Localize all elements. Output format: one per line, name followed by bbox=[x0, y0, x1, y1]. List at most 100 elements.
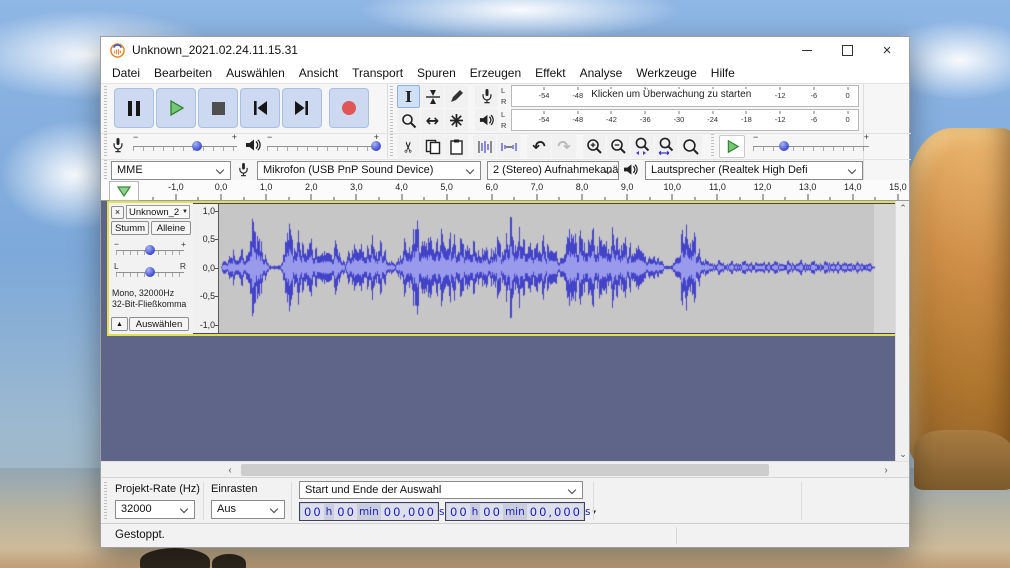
meter-scale-label: -42 bbox=[606, 115, 617, 124]
toolbar-dock: I ↔ L R -54 -48 -42 -36 -30 -24 -18 -12 -6 0 Klick… bbox=[101, 84, 911, 180]
ruler-tick bbox=[401, 194, 403, 200]
record-meter-mic-button[interactable] bbox=[475, 85, 498, 107]
paste-icon bbox=[450, 139, 463, 155]
playback-volume-thumb[interactable] bbox=[370, 141, 381, 151]
timeline-ruler[interactable]: -1,0 0,0 1,0 2,0 3,0 4,0 5,0 6,0 7,0 8,0 9,0 10,0 11… bbox=[141, 180, 907, 200]
stop-button[interactable] bbox=[198, 88, 238, 128]
track-gain-thumb[interactable] bbox=[145, 245, 155, 255]
zoom-selection-button[interactable] bbox=[631, 135, 654, 158]
trim-outside-selection-button[interactable] bbox=[473, 135, 496, 158]
recording-meter[interactable]: -54-48-42-36-30-24-18-12-60Klicken um Üb… bbox=[511, 85, 859, 107]
waveform-area[interactable] bbox=[219, 203, 897, 334]
vertical-scrollbar[interactable]: ⌃ ⌄ bbox=[895, 201, 909, 461]
track-name-menu[interactable]: Unknown_2 ▼ bbox=[126, 205, 190, 219]
playback-volume-speaker-icon bbox=[245, 138, 261, 157]
magnifier-icon bbox=[401, 113, 416, 128]
paste-button[interactable] bbox=[445, 135, 468, 158]
vertical-scale-ruler[interactable]: 1,0 0,5 0,0 -0,5 -1,0 bbox=[193, 203, 219, 334]
zoom-tool-button[interactable] bbox=[397, 109, 420, 132]
menu-ansicht[interactable]: Ansicht bbox=[292, 63, 345, 83]
menu-effekt[interactable]: Effekt bbox=[528, 63, 572, 83]
recording-volume-slider[interactable]: − + bbox=[133, 132, 237, 153]
close-button[interactable]: × bbox=[867, 37, 907, 63]
output-device-select[interactable]: Lautsprecher (Realtek High Defi bbox=[645, 161, 863, 180]
recording-volume-thumb[interactable] bbox=[192, 141, 203, 151]
envelope-tool-button[interactable] bbox=[421, 85, 444, 108]
play-button[interactable] bbox=[156, 88, 196, 128]
menu-spuren[interactable]: Spuren bbox=[410, 63, 463, 83]
zoom-in-button[interactable] bbox=[583, 135, 606, 158]
redo-button[interactable]: ↷ bbox=[552, 135, 576, 158]
tools-toolbar-grip[interactable] bbox=[390, 86, 393, 132]
zoom-out-button[interactable] bbox=[607, 135, 630, 158]
selection-tool-button[interactable]: I bbox=[397, 85, 420, 108]
menu-bearbeiten[interactable]: Bearbeiten bbox=[147, 63, 219, 83]
track-mute-button[interactable]: Stumm bbox=[111, 221, 149, 235]
horizontal-scroll-thumb[interactable] bbox=[241, 464, 769, 476]
selection-end-time[interactable]: 00 h 00 min 00,000 s ▾ bbox=[445, 502, 596, 521]
skip-to-start-button[interactable] bbox=[240, 88, 280, 128]
skip-to-end-button[interactable] bbox=[282, 88, 322, 128]
transport-toolbar-grip[interactable] bbox=[104, 86, 107, 132]
selection-mode-select[interactable]: Start und Ende der Auswahl bbox=[299, 481, 583, 499]
mixer-toolbar-grip[interactable] bbox=[104, 134, 107, 158]
menu-werkzeuge[interactable]: Werkzeuge bbox=[629, 63, 703, 83]
trim-icon bbox=[477, 140, 492, 153]
track-pan-thumb[interactable] bbox=[145, 267, 155, 277]
selection-toolbar-grip[interactable] bbox=[104, 482, 107, 520]
playback-meter-speaker-button[interactable] bbox=[475, 109, 498, 131]
device-toolbar-grip[interactable] bbox=[104, 160, 107, 180]
selection-start-time[interactable]: 00h 00min 00,000s ▾ bbox=[299, 502, 450, 521]
silence-selection-button[interactable] bbox=[497, 135, 520, 158]
track-close-button[interactable]: × bbox=[111, 205, 124, 219]
horizontal-scrollbar[interactable]: ‹ › bbox=[101, 461, 909, 477]
title-bar[interactable]: Unknown_2021.02.24.11.15.31 × bbox=[101, 37, 909, 63]
meter-scale-label: 0 bbox=[845, 91, 850, 100]
playback-volume-slider[interactable]: − + bbox=[267, 132, 381, 153]
multi-tool-button[interactable] bbox=[445, 109, 468, 132]
status-bar: Gestoppt. bbox=[101, 523, 909, 547]
track-select-button[interactable]: Auswählen bbox=[129, 317, 189, 331]
snap-to-select[interactable]: Aus bbox=[211, 500, 285, 519]
track-format-line1: Mono, 32000Hz bbox=[112, 288, 175, 298]
scroll-left-arrow-icon[interactable]: ‹ bbox=[223, 463, 237, 477]
edit-toolbar-grip[interactable] bbox=[390, 134, 393, 158]
timeshift-tool-button[interactable]: ↔ bbox=[421, 109, 444, 132]
input-device-select[interactable]: Mikrofon (USB PnP Sound Device) bbox=[257, 161, 481, 180]
project-rate-select[interactable]: 32000 bbox=[115, 500, 195, 519]
scroll-up-arrow-icon[interactable]: ⌃ bbox=[896, 201, 910, 215]
zoom-toggle-button[interactable] bbox=[679, 135, 702, 158]
copy-button[interactable] bbox=[421, 135, 444, 158]
scroll-down-arrow-icon[interactable]: ⌄ bbox=[896, 447, 910, 461]
menu-erzeugen[interactable]: Erzeugen bbox=[463, 63, 528, 83]
record-button[interactable] bbox=[329, 88, 369, 128]
speed-toolbar-grip[interactable] bbox=[711, 134, 714, 158]
vertical-scale-tick bbox=[215, 210, 218, 212]
input-channels-select[interactable]: 2 (Stereo) Aufnahmekanäle bbox=[487, 161, 619, 180]
menu-auswaehlen[interactable]: Auswählen bbox=[219, 63, 292, 83]
track-gain-slider[interactable]: − + bbox=[114, 239, 186, 257]
menu-hilfe[interactable]: Hilfe bbox=[704, 63, 742, 83]
waveform-canvas[interactable] bbox=[219, 204, 895, 331]
menu-transport[interactable]: Transport bbox=[345, 63, 410, 83]
play-at-speed-button[interactable] bbox=[719, 135, 745, 158]
track-pan-slider[interactable]: LR bbox=[114, 261, 186, 279]
audio-host-select[interactable]: MME bbox=[111, 161, 231, 180]
menu-datei[interactable]: Datei bbox=[105, 63, 147, 83]
timeline-pin-button[interactable] bbox=[109, 181, 139, 201]
zoom-fit-project-button[interactable] bbox=[655, 135, 678, 158]
menu-analyse[interactable]: Analyse bbox=[573, 63, 630, 83]
undo-button[interactable]: ↶ bbox=[527, 135, 551, 158]
cut-button[interactable]: ✂ bbox=[397, 135, 420, 158]
track-solo-button[interactable]: Alleine bbox=[151, 221, 191, 235]
track-collapse-button[interactable]: ▲ bbox=[111, 317, 128, 331]
scroll-right-arrow-icon[interactable]: › bbox=[879, 463, 893, 477]
track-workspace[interactable]: × Unknown_2 ▼ Stumm Alleine − + LR Mono,… bbox=[101, 201, 909, 461]
draw-tool-button[interactable] bbox=[445, 85, 468, 108]
playback-meter[interactable]: -54 -48 -42 -36 -30 -24 -18 -12 -6 0 bbox=[511, 109, 859, 131]
play-speed-slider[interactable]: − + bbox=[753, 132, 869, 153]
minimize-button[interactable] bbox=[787, 37, 827, 63]
pause-button[interactable] bbox=[114, 88, 154, 128]
play-speed-thumb[interactable] bbox=[779, 141, 790, 151]
maximize-button[interactable] bbox=[827, 37, 867, 63]
